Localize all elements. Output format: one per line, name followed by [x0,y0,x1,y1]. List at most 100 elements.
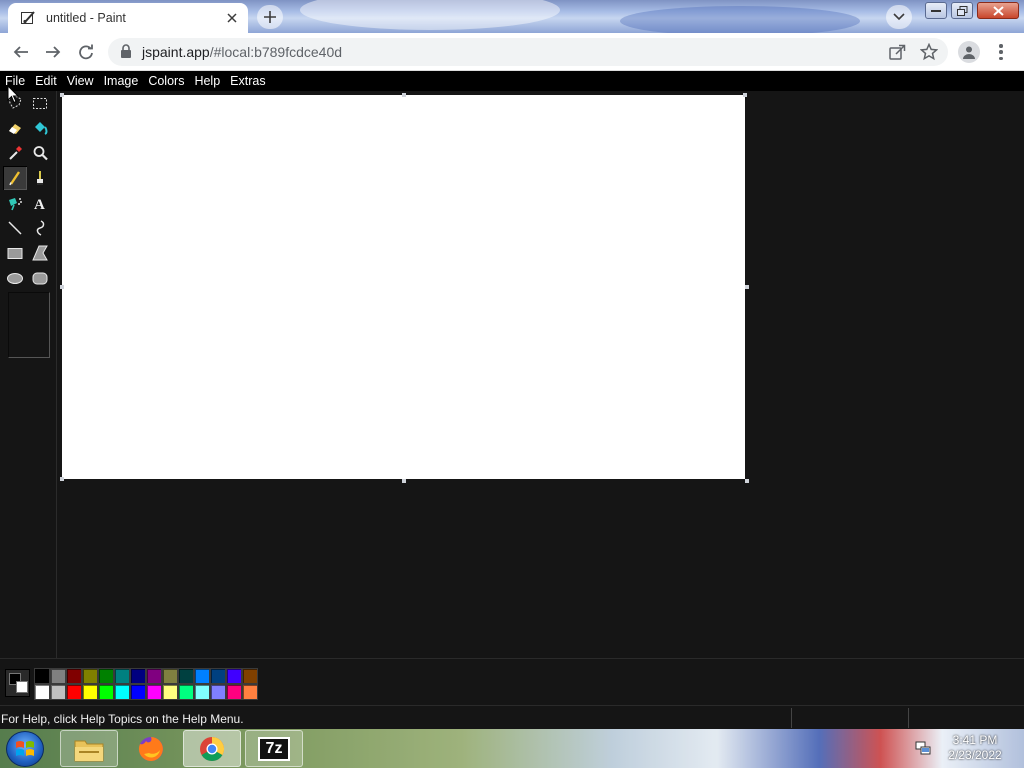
svg-text:A: A [34,197,45,212]
rounded-rectangle-icon [32,272,48,285]
canvas-resize-handle-bottom[interactable] [402,479,406,483]
back-button[interactable] [9,40,33,64]
palette-swatch[interactable] [178,684,194,700]
palette-swatch[interactable] [98,668,114,684]
ellipse-tool[interactable] [3,266,27,290]
palette-swatch[interactable] [146,668,162,684]
palette-swatch[interactable] [226,668,242,684]
bookmark-star-icon[interactable] [919,42,939,66]
url-host: jspaint.app [142,44,210,60]
taskbar-7zip-button[interactable]: 7z [245,730,303,767]
menu-extras[interactable]: Extras [225,71,270,91]
system-clock[interactable]: 3:41 PM 2/23/2022 [940,733,1010,763]
polygon-tool[interactable] [28,241,52,265]
palette-swatch[interactable] [146,684,162,700]
brush-tool[interactable] [28,166,52,190]
menu-edit[interactable]: Edit [30,71,62,91]
current-colors[interactable] [5,669,30,697]
arrow-left-icon [13,46,28,58]
color-palette [34,668,258,700]
browser-menu-button[interactable] [993,43,1009,61]
drawing-canvas[interactable] [62,95,745,479]
tab-close-icon[interactable] [224,10,240,26]
palette-swatch[interactable] [34,668,50,684]
palette-swatch[interactable] [194,668,210,684]
taskbar-explorer-button[interactable] [60,730,118,767]
minimize-icon [931,9,941,12]
palette-swatch[interactable] [50,668,66,684]
lock-icon[interactable] [120,44,132,64]
palette-swatch[interactable] [66,668,82,684]
arrow-right-icon [46,46,61,58]
browser-tab-active[interactable]: untitled - Paint [8,3,248,33]
palette-swatch[interactable] [194,684,210,700]
status-bar: For Help, click Help Topics on the Help … [0,705,1024,729]
palette-swatch[interactable] [114,684,130,700]
taskbar-chrome-button[interactable] [183,730,241,767]
palette-swatch[interactable] [130,668,146,684]
tab-search-button[interactable] [886,5,912,29]
palette-swatch[interactable] [34,684,50,700]
status-position-field [791,708,907,728]
airbrush-icon [9,198,22,211]
window-close-button[interactable] [977,2,1019,19]
forward-button[interactable] [41,40,65,64]
tool-options-panel [8,292,50,358]
color-box [0,658,1024,704]
palette-swatch[interactable] [130,684,146,700]
canvas-handle-top-left [60,93,64,97]
palette-swatch[interactable] [98,684,114,700]
reload-button[interactable] [74,40,98,64]
line-tool[interactable] [3,216,27,240]
eraser-tool[interactable] [3,116,27,140]
palette-swatch[interactable] [210,668,226,684]
status-size-field [908,708,1024,728]
close-icon [992,5,1004,16]
firefox-icon [138,736,163,761]
rounded-rectangle-tool[interactable] [28,266,52,290]
palette-swatch[interactable] [226,684,242,700]
palette-swatch[interactable] [82,668,98,684]
plus-icon [264,11,276,23]
palette-swatch[interactable] [114,668,130,684]
palette-swatch[interactable] [210,684,226,700]
rectangle-tool[interactable] [3,241,27,265]
menu-view[interactable]: View [62,71,99,91]
fill-with-color-tool[interactable] [28,116,52,140]
address-bar[interactable]: jspaint.app/#local:b789fcdce40d [108,38,948,66]
magnifier-tool[interactable] [28,141,52,165]
window-minimize-button[interactable] [925,2,947,19]
palette-swatch[interactable] [50,684,66,700]
menu-image[interactable]: Image [99,71,144,91]
curve-tool[interactable] [28,216,52,240]
palette-swatch[interactable] [242,684,258,700]
share-icon[interactable] [888,43,906,66]
pencil-tool[interactable] [3,166,27,190]
palette-swatch[interactable] [162,668,178,684]
canvas-resize-handle-right[interactable] [745,285,749,289]
start-button[interactable] [6,731,44,767]
menu-colors[interactable]: Colors [143,71,189,91]
network-tray-icon[interactable] [914,739,932,757]
window-restore-button[interactable] [951,2,973,19]
rectangle-icon [7,248,23,259]
taskbar-firefox-button[interactable] [122,730,180,767]
new-tab-button[interactable] [257,5,283,29]
pick-color-tool[interactable] [3,141,27,165]
palette-swatch[interactable] [82,684,98,700]
profile-avatar-icon[interactable] [958,41,980,63]
palette-swatch[interactable] [178,668,194,684]
palette-swatch[interactable] [242,668,258,684]
airbrush-tool[interactable] [3,191,27,215]
canvas-handle-top [402,93,406,97]
palette-swatch[interactable] [66,684,82,700]
paint-app: File Edit View Image Colors Help Extras [0,71,1024,729]
menu-help[interactable]: Help [189,71,225,91]
text-tool[interactable]: A [28,191,52,215]
select-tool[interactable] [28,91,52,115]
ellipse-icon [7,273,23,284]
background-color[interactable] [16,681,28,693]
url-text[interactable]: jspaint.app/#local:b789fcdce40d [142,44,342,60]
canvas-resize-handle-corner[interactable] [745,479,749,483]
palette-swatch[interactable] [162,684,178,700]
